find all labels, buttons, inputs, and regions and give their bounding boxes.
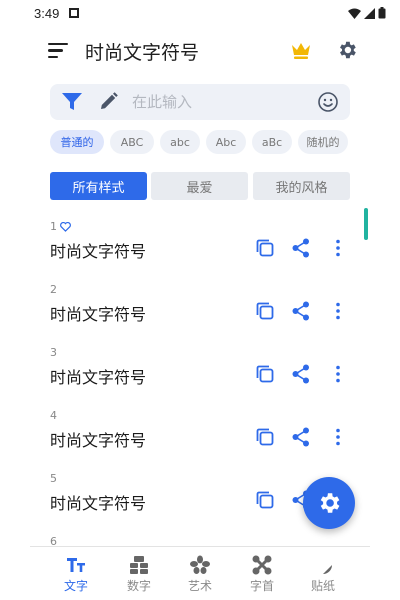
search-input[interactable] <box>132 90 302 114</box>
art-flower-icon <box>190 555 210 574</box>
bottom-nav: 文字 数字 艺术 字首 贴纸 <box>30 546 370 600</box>
item-number: 6 <box>50 535 57 546</box>
more-vert-icon[interactable] <box>331 238 345 258</box>
settings-gear-icon <box>320 493 340 513</box>
pencil-icon[interactable] <box>100 92 118 110</box>
numbers-icon <box>130 556 148 574</box>
chip-normal[interactable]: 普通的 <box>50 130 104 154</box>
copy-icon[interactable] <box>256 491 274 509</box>
copy-icon[interactable] <box>256 365 274 383</box>
initials-icon <box>252 555 272 575</box>
item-number-wrap: 5 <box>50 472 57 485</box>
page-title: 时尚文字符号 <box>85 42 200 64</box>
nav-label: 文字 <box>63 579 88 593</box>
status-bar: 3:49 <box>0 0 400 26</box>
item-number: 5 <box>50 472 57 485</box>
item-number: 4 <box>50 409 57 422</box>
share-icon[interactable] <box>292 238 310 258</box>
nav-initials[interactable]: 字首 <box>237 555 287 599</box>
chip-random[interactable]: 随机的 <box>298 130 348 154</box>
status-icons <box>348 7 386 19</box>
share-icon[interactable] <box>292 364 310 384</box>
styled-text: 时尚文字符号 <box>50 431 147 450</box>
more-vert-icon[interactable] <box>331 427 345 447</box>
app-bar: 时尚文字符号 <box>0 28 400 72</box>
item-number: 1 <box>50 220 57 233</box>
search-bar <box>50 84 350 120</box>
more-vert-icon[interactable] <box>331 364 345 384</box>
item-number-wrap: 4 <box>50 409 57 422</box>
copy-icon[interactable] <box>256 239 274 257</box>
list-item[interactable]: 2 时尚文字符号 <box>0 275 400 338</box>
nav-label: 数字 <box>126 579 151 593</box>
item-number-wrap: 3 <box>50 346 57 359</box>
chip-lower[interactable]: abc <box>160 130 200 154</box>
item-number: 3 <box>50 346 57 359</box>
gear-icon[interactable] <box>336 39 358 61</box>
chip-alternating[interactable]: aBc <box>252 130 292 154</box>
copy-icon[interactable] <box>256 428 274 446</box>
more-vert-icon[interactable] <box>331 301 345 321</box>
list-item[interactable]: 4 时尚文字符号 <box>0 401 400 464</box>
menu-icon[interactable] <box>48 43 70 59</box>
nav-art[interactable]: 艺术 <box>175 555 225 599</box>
list-item[interactable]: 6 <box>0 527 400 546</box>
chip-capitalized[interactable]: Abc <box>206 130 246 154</box>
nav-stickers[interactable]: 贴纸 <box>298 555 348 599</box>
wifi-icon <box>348 8 361 19</box>
share-icon[interactable] <box>292 427 310 447</box>
smile-icon[interactable] <box>317 91 339 113</box>
style-tabs: 所有样式 最爱 我的风格 <box>50 172 350 200</box>
style-filter-chips: 普通的 ABC abc Abc aBc 随机的 <box>50 130 350 154</box>
nav-label: 贴纸 <box>310 579 335 593</box>
styled-text: 时尚文字符号 <box>50 494 147 513</box>
styled-text: 时尚文字符号 <box>50 242 147 261</box>
item-number-wrap: 6 <box>50 535 57 546</box>
share-icon[interactable] <box>292 301 310 321</box>
list-item[interactable]: 1 时尚文字符号 <box>0 212 400 275</box>
signal-icon <box>364 7 375 19</box>
tab-favorites[interactable]: 最爱 <box>151 172 248 200</box>
filter-icon[interactable] <box>62 93 82 111</box>
styled-text: 时尚文字符号 <box>50 368 147 387</box>
copy-icon[interactable] <box>256 302 274 320</box>
list-item[interactable]: 3 时尚文字符号 <box>0 338 400 401</box>
nav-numbers[interactable]: 数字 <box>114 555 164 599</box>
tab-my-style[interactable]: 我的风格 <box>253 172 350 200</box>
sticker-icon <box>314 556 332 574</box>
styled-text: 时尚文字符号 <box>50 305 147 324</box>
item-number-wrap: 1 <box>50 220 71 233</box>
battery-icon <box>378 7 386 19</box>
item-number: 2 <box>50 283 57 296</box>
chip-upper[interactable]: ABC <box>110 130 154 154</box>
scrollbar-thumb[interactable] <box>364 208 368 240</box>
style-settings-fab[interactable] <box>303 477 355 529</box>
item-number-wrap: 2 <box>50 283 57 296</box>
nav-label: 艺术 <box>187 579 212 593</box>
tab-all-styles[interactable]: 所有样式 <box>50 172 147 200</box>
crown-icon[interactable] <box>290 40 312 60</box>
heart-icon[interactable] <box>60 221 71 232</box>
status-time: 3:49 <box>34 5 60 21</box>
text-size-icon <box>67 558 85 572</box>
nav-text[interactable]: 文字 <box>51 555 101 599</box>
sim-icon <box>69 8 80 18</box>
nav-label: 字首 <box>249 579 274 593</box>
